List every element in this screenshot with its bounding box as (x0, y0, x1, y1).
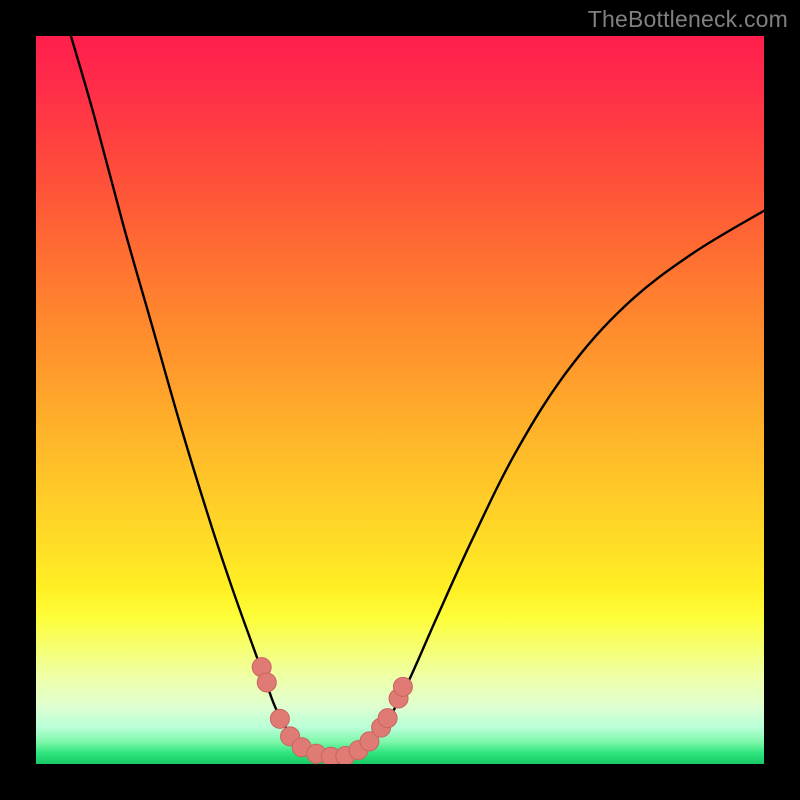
bottleneck-curve (71, 36, 764, 758)
data-marker (393, 677, 412, 696)
watermark-text: TheBottleneck.com (588, 6, 788, 33)
marker-group (252, 658, 412, 764)
data-marker (378, 709, 397, 728)
plot-area (36, 36, 764, 764)
data-marker (270, 709, 289, 728)
data-marker (257, 673, 276, 692)
chart-overlay (36, 36, 764, 764)
chart-frame: TheBottleneck.com (0, 0, 800, 800)
